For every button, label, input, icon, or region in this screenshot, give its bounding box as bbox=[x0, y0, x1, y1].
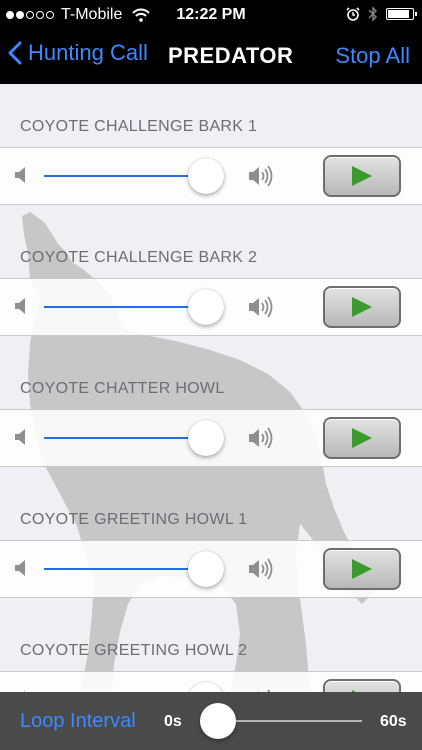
volume-slider-fill bbox=[44, 568, 206, 570]
volume-slider[interactable] bbox=[44, 289, 224, 325]
volume-low-icon bbox=[15, 167, 25, 183]
play-button[interactable] bbox=[323, 679, 401, 692]
play-button[interactable] bbox=[323, 548, 401, 590]
volume-low-icon bbox=[15, 560, 25, 576]
bluetooth-icon bbox=[368, 6, 377, 22]
sound-row bbox=[0, 278, 422, 336]
volume-slider-fill bbox=[44, 175, 206, 177]
play-button[interactable] bbox=[323, 155, 401, 197]
play-button[interactable] bbox=[323, 286, 401, 328]
sound-row bbox=[0, 147, 422, 205]
status-bar: T-Mobile 12:22 PM bbox=[0, 0, 422, 30]
back-button[interactable]: Hunting Call bbox=[8, 40, 148, 66]
sound-title: COYOTE GREETING HOWL 1 bbox=[20, 511, 248, 528]
play-icon bbox=[352, 297, 372, 317]
sound-list[interactable]: COYOTE CHALLENGE BARK 1 COYOTE CHALLENGE … bbox=[0, 84, 422, 692]
sound-title: COYOTE CHALLENGE BARK 1 bbox=[20, 118, 258, 135]
battery-icon bbox=[386, 8, 417, 20]
volume-low-icon bbox=[15, 298, 25, 314]
volume-slider-knob[interactable] bbox=[187, 158, 224, 194]
loop-slider-knob[interactable] bbox=[200, 703, 236, 739]
battery-level bbox=[388, 10, 410, 18]
volume-high-icon bbox=[249, 296, 273, 318]
loop-min-label: 0s bbox=[164, 713, 182, 730]
sound-title: COYOTE GREETING HOWL 2 bbox=[20, 642, 248, 659]
loop-interval-slider[interactable] bbox=[200, 703, 362, 739]
navigation-bar: Hunting Call PREDATOR Stop All bbox=[0, 30, 422, 84]
sound-row bbox=[0, 671, 422, 692]
loop-max-label: 60s bbox=[380, 713, 407, 730]
sound-row bbox=[0, 409, 422, 467]
page-title: PREDATOR bbox=[168, 43, 294, 68]
sound-row bbox=[0, 540, 422, 598]
play-icon bbox=[352, 166, 372, 186]
volume-slider-fill bbox=[44, 306, 206, 308]
volume-slider-knob[interactable] bbox=[187, 289, 224, 325]
status-right bbox=[346, 6, 417, 22]
volume-slider-knob[interactable] bbox=[187, 420, 224, 456]
volume-high-icon bbox=[249, 558, 273, 580]
play-icon bbox=[352, 428, 372, 448]
sound-title: COYOTE CHALLENGE BARK 2 bbox=[20, 249, 258, 266]
chevron-left-icon bbox=[8, 41, 22, 65]
loop-interval-button[interactable]: Loop Interval bbox=[20, 710, 136, 733]
volume-slider-knob[interactable] bbox=[187, 551, 224, 587]
volume-low-icon bbox=[15, 429, 25, 445]
stop-all-button[interactable]: Stop All bbox=[335, 43, 410, 69]
play-icon bbox=[352, 559, 372, 579]
alarm-clock-icon bbox=[346, 7, 360, 21]
play-button[interactable] bbox=[323, 417, 401, 459]
volume-slider-knob[interactable] bbox=[187, 682, 224, 692]
volume-high-icon bbox=[249, 165, 273, 187]
sound-title: COYOTE CHATTER HOWL bbox=[20, 380, 225, 397]
volume-slider[interactable] bbox=[44, 420, 224, 456]
volume-slider-fill bbox=[44, 437, 206, 439]
volume-slider[interactable] bbox=[44, 551, 224, 587]
back-button-label: Hunting Call bbox=[28, 40, 148, 65]
volume-slider[interactable] bbox=[44, 158, 224, 194]
volume-high-icon bbox=[249, 427, 273, 449]
loop-interval-bar: Loop Interval 0s 60s bbox=[0, 692, 422, 750]
